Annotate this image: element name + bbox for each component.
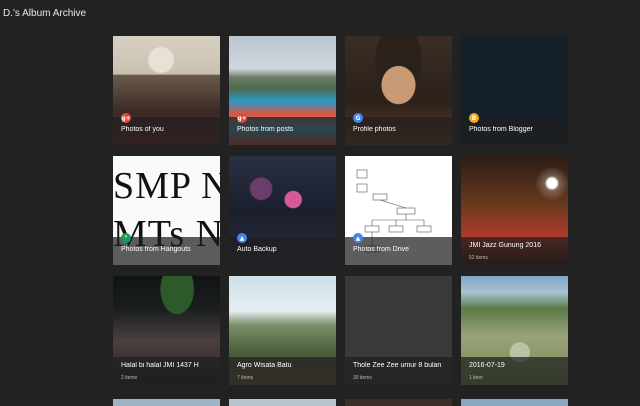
- album-2016-07-19[interactable]: 2016-07-19 1 item: [461, 276, 568, 385]
- album-photos-from-blogger[interactable]: Photos from Blogger B: [461, 36, 568, 145]
- album-title: JMI Jazz Gunung 2016: [469, 242, 541, 249]
- album-title: Agro Wisata Batu: [237, 362, 292, 369]
- album-thumbnail-partial[interactable]: [229, 399, 336, 406]
- album-jmi-jazz-gunung-2016[interactable]: JMI Jazz Gunung 2016 52 items: [461, 156, 568, 265]
- drive-icon: ▲: [353, 233, 363, 243]
- album-caption: Agro Wisata Batu 7 items: [229, 357, 336, 385]
- album-agro-wisata-batu[interactable]: Agro Wisata Batu 7 items: [229, 276, 336, 385]
- album-title: 2016-07-19: [469, 362, 505, 369]
- album-caption: Halal bi halal JMI 1437 H 2 items: [113, 357, 220, 385]
- album-thumbnail-partial[interactable]: [461, 399, 568, 406]
- album-grid: Photos of you g+ Photos from posts g+ Pr…: [113, 36, 568, 385]
- album-photos-from-hangouts[interactable]: SMP N MTs N Photos from Hangouts ": [113, 156, 220, 265]
- google-icon: G: [353, 113, 363, 123]
- album-title: Photos from posts: [237, 126, 294, 133]
- album-title: Thole Zee Zee umur 8 bulan: [353, 362, 442, 369]
- album-caption: JMI Jazz Gunung 2016 52 items: [461, 237, 568, 265]
- album-title: Photos from Hangouts: [121, 246, 191, 253]
- album-item-count: 52 items: [469, 255, 488, 261]
- album-item-count: 7 items: [237, 375, 254, 381]
- google-plus-icon: g+: [121, 113, 131, 123]
- blogger-icon: B: [469, 113, 479, 123]
- hangouts-icon: ": [121, 233, 131, 243]
- album-profile-photos[interactable]: Profile photos G: [345, 36, 452, 145]
- album-item-count: 30 items: [353, 375, 372, 381]
- google-plus-icon: g+: [237, 113, 247, 123]
- album-thumbnail-partial[interactable]: [113, 399, 220, 406]
- album-photos-from-drive[interactable]: Photos from Drive ▲: [345, 156, 452, 265]
- album-row-partial: [113, 399, 568, 406]
- album-caption: Thole Zee Zee umur 8 bulan 30 items: [345, 357, 452, 385]
- album-thole-zee-zee[interactable]: Thole Zee Zee umur 8 bulan 30 items: [345, 276, 452, 385]
- album-item-count: 2 items: [121, 375, 138, 381]
- album-title: Photos from Blogger: [469, 126, 533, 133]
- album-title: Photos of you: [121, 126, 164, 133]
- album-photos-of-you[interactable]: Photos of you g+: [113, 36, 220, 145]
- album-auto-backup[interactable]: Auto Backup ▲: [229, 156, 336, 265]
- album-photos-from-posts[interactable]: Photos from posts g+: [229, 36, 336, 145]
- album-title: Photos from Drive: [353, 246, 410, 253]
- album-title: Profile photos: [353, 126, 396, 133]
- thumbnail-text: SMP N: [113, 165, 220, 207]
- page-title: D.'s Album Archive: [3, 8, 87, 19]
- album-halal-bi-halal[interactable]: Halal bi halal JMI 1437 H 2 items: [113, 276, 220, 385]
- album-item-count: 1 item: [469, 375, 483, 381]
- album-title: Auto Backup: [237, 246, 277, 253]
- cloud-upload-icon: ▲: [237, 233, 247, 243]
- album-thumbnail-partial[interactable]: [345, 399, 452, 406]
- album-caption: 2016-07-19 1 item: [461, 357, 568, 385]
- album-title: Halal bi halal JMI 1437 H: [121, 362, 199, 369]
